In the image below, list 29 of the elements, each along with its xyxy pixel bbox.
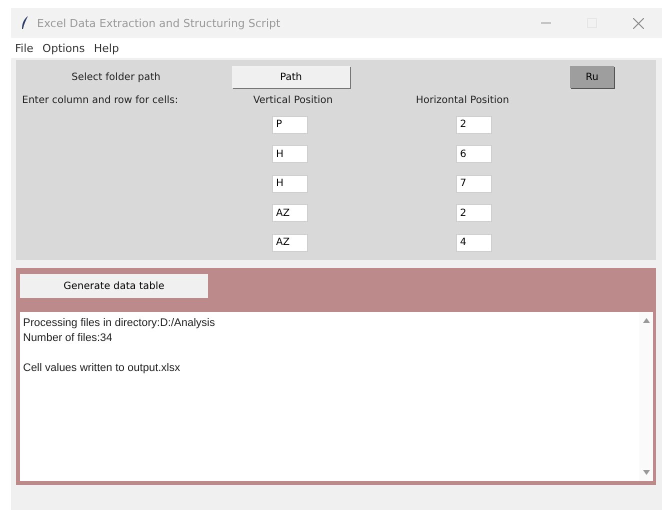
log-line: Cell values written to output.xlsx — [23, 361, 182, 376]
scrollbar[interactable] — [639, 312, 653, 481]
scroll-up-icon[interactable] — [642, 318, 650, 323]
menu-item[interactable]: Options — [42, 42, 85, 54]
input-field[interactable]: 2 — [456, 204, 492, 222]
path-button[interactable]: Path — [232, 66, 350, 88]
input-field[interactable]: 2 — [456, 116, 492, 134]
window-title: Excel Data Extraction and Structuring Script — [37, 16, 280, 30]
log-line: Number of files:34 — [23, 331, 114, 346]
feather-icon — [21, 16, 29, 30]
menu-item[interactable]: Help — [94, 42, 119, 54]
input-field[interactable]: H — [272, 174, 308, 193]
column-header: Horizontal Position — [416, 94, 510, 106]
log-line: Processing files in directory:D:/Analysis — [23, 316, 216, 331]
scroll-down-icon[interactable] — [642, 470, 650, 475]
menu-item[interactable]: File — [15, 42, 34, 54]
column-header: Vertical Position — [253, 94, 333, 106]
run-button[interactable]: Ru — [570, 66, 614, 88]
input-field[interactable]: P — [272, 116, 308, 134]
input-field[interactable]: 7 — [456, 174, 492, 193]
cells-label: Enter column and row for cells: — [21, 94, 178, 106]
input-field[interactable]: AZ — [272, 204, 308, 222]
close-icon[interactable] — [633, 18, 644, 28]
input-field[interactable]: 4 — [456, 234, 492, 252]
input-field[interactable]: AZ — [272, 234, 308, 252]
folder-label: Select folder path — [72, 72, 160, 82]
input-field[interactable]: 6 — [456, 145, 492, 164]
input-field[interactable]: H — [272, 145, 308, 164]
generate-button[interactable]: Generate data table — [20, 274, 208, 298]
